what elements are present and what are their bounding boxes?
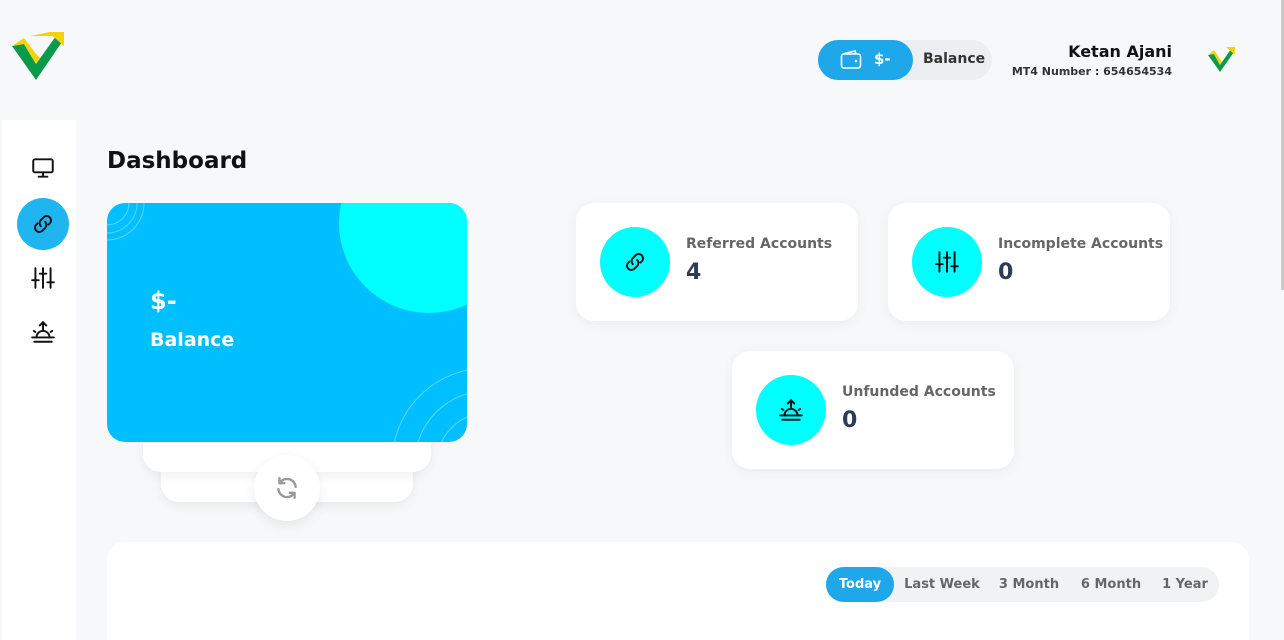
stat-title: Referred Accounts <box>686 236 833 252</box>
sunrise-icon <box>31 320 55 343</box>
stat-card-unfunded[interactable]: Unfunded Accounts 0 <box>732 351 1014 469</box>
sidebar-item-settings[interactable] <box>17 252 69 304</box>
tab-1-year[interactable]: 1 Year <box>1154 567 1216 602</box>
stat-icon-circle <box>600 227 670 297</box>
card-decoration-rings <box>107 203 467 442</box>
sidebar <box>2 120 76 640</box>
avatar[interactable] <box>1206 45 1236 75</box>
monitor-icon <box>32 158 54 178</box>
stat-icon-circle <box>912 227 982 297</box>
brand-logo[interactable] <box>10 30 66 90</box>
refresh-icon <box>277 477 297 499</box>
time-range-tabs: Today Last Week 3 Month 6 Month 1 Year <box>826 567 1219 602</box>
stat-card-referred[interactable]: Referred Accounts 4 <box>576 203 858 321</box>
page-title: Dashboard <box>107 148 248 174</box>
balance-amount-chip[interactable]: $- <box>818 40 913 80</box>
stat-value: 4 <box>686 260 702 285</box>
link-icon <box>34 215 52 233</box>
tab-last-week[interactable]: Last Week <box>898 567 986 602</box>
user-name[interactable]: Ketan Ajani <box>1068 42 1172 61</box>
sunrise-icon <box>779 398 803 421</box>
header-balance-label: Balance <box>923 51 986 67</box>
stat-value: 0 <box>998 260 1014 285</box>
stat-card-incomplete[interactable]: Incomplete Accounts 0 <box>888 203 1170 321</box>
link-icon <box>626 253 644 271</box>
sliders-icon <box>935 251 959 273</box>
stat-title: Unfunded Accounts <box>842 384 996 400</box>
tab-6-month[interactable]: 6 Month <box>1072 567 1150 602</box>
balance-card: $- Balance <box>107 203 467 442</box>
stat-value: 0 <box>842 408 858 433</box>
balance-card-label: Balance <box>150 329 235 351</box>
balance-pill[interactable]: $- Balance <box>818 40 992 80</box>
header-balance-amount: $- <box>874 50 891 68</box>
tab-today[interactable]: Today <box>826 567 894 602</box>
tab-3-month[interactable]: 3 Month <box>990 567 1068 602</box>
stat-icon-circle <box>756 375 826 445</box>
wallet-icon <box>840 50 862 69</box>
sidebar-item-referral[interactable] <box>17 198 69 250</box>
stat-title: Incomplete Accounts <box>998 236 1164 252</box>
sliders-icon <box>31 267 55 289</box>
refresh-button[interactable] <box>254 455 320 521</box>
balance-card-amount: $- <box>150 287 177 315</box>
sidebar-item-unfunded[interactable] <box>17 306 69 358</box>
sidebar-item-dashboard[interactable] <box>17 142 69 194</box>
mt4-number: MT4 Number : 654654534 <box>1011 65 1172 78</box>
top-bar: $- Balance Ketan Ajani MT4 Number : 6546… <box>0 0 1284 120</box>
